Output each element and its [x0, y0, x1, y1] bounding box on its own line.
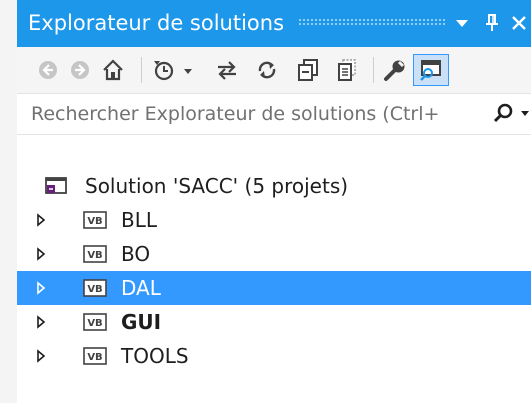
solution-explorer-toolbar: [17, 47, 531, 93]
auto-hide-pin-button[interactable]: [480, 8, 504, 38]
search-icon: [493, 103, 529, 123]
forward-arrow-icon: [71, 61, 89, 79]
close-panel-button[interactable]: [506, 8, 531, 38]
expand-arrow-icon[interactable]: [32, 305, 50, 339]
left-edge-strip: [0, 0, 17, 403]
project-node-bo[interactable]: VB BO: [17, 237, 531, 271]
solution-label: Solution 'SACC' (5 projets): [85, 174, 349, 198]
vb-project-icon: VB: [82, 346, 108, 366]
search-options-button[interactable]: [489, 101, 531, 127]
solution-icon: [43, 176, 69, 196]
dropdown-triangle-icon: [456, 20, 468, 27]
svg-text:VB: VB: [87, 216, 102, 227]
collapse-all-button[interactable]: [292, 54, 324, 86]
project-label: BO: [121, 242, 151, 266]
show-all-files-button[interactable]: [331, 54, 363, 86]
toolbar-separator: [373, 57, 374, 83]
history-icon: [154, 61, 192, 81]
show-all-files-icon: [338, 59, 356, 81]
expand-arrow-icon[interactable]: [32, 339, 50, 373]
sync-arrows-icon: [218, 61, 236, 80]
project-node-bll[interactable]: VB BLL: [17, 203, 531, 237]
vb-project-icon: VB: [82, 244, 108, 264]
properties-button[interactable]: [380, 54, 410, 86]
preview-icon: [420, 60, 441, 81]
expand-arrow-icon[interactable]: [32, 271, 50, 305]
solution-tree: Solution 'SACC' (5 projets) VB BLL VB BO…: [17, 135, 531, 403]
wrench-icon: [384, 60, 405, 81]
close-icon: [511, 16, 526, 30]
svg-text:VB: VB: [87, 284, 102, 295]
back-button[interactable]: [33, 54, 63, 86]
project-label: TOOLS: [121, 344, 189, 368]
home-icon: [103, 59, 123, 81]
refresh-icon: [258, 61, 276, 79]
search-input[interactable]: [17, 94, 487, 134]
sync-button[interactable]: [210, 54, 244, 86]
project-label: GUI: [121, 310, 162, 334]
project-label: BLL: [121, 208, 158, 232]
back-arrow-icon: [39, 61, 57, 79]
project-node-gui[interactable]: VB GUI: [17, 305, 531, 339]
forward-button[interactable]: [65, 54, 95, 86]
expand-arrow-icon[interactable]: [32, 237, 50, 271]
search-box: [17, 93, 531, 135]
vb-project-icon: VB: [82, 278, 108, 298]
svg-text:VB: VB: [87, 250, 102, 261]
expand-arrow-icon[interactable]: [32, 203, 50, 237]
preview-button[interactable]: [413, 54, 449, 86]
home-button[interactable]: [97, 54, 129, 86]
vb-project-icon: VB: [82, 312, 108, 332]
pin-icon: [486, 14, 498, 31]
panel-title-bar[interactable]: Explorateur de solutions: [17, 0, 531, 47]
project-node-dal[interactable]: VB DAL: [17, 271, 531, 305]
solution-node[interactable]: Solution 'SACC' (5 projets): [17, 169, 531, 203]
window-position-dropdown-button[interactable]: [450, 8, 474, 38]
solution-explorer-panel: Explorateur de solutions Rechercher Expl…: [17, 0, 531, 403]
collapse-all-icon: [298, 59, 318, 81]
title-bar-grip[interactable]: [298, 18, 446, 26]
panel-title: Explorateur de solutions: [28, 11, 285, 35]
svg-text:VB: VB: [87, 352, 102, 363]
project-node-tools[interactable]: VB TOOLS: [17, 339, 531, 373]
refresh-button[interactable]: [250, 54, 284, 86]
project-label: DAL: [121, 276, 161, 300]
svg-text:VB: VB: [87, 318, 102, 329]
toolbar-separator: [141, 57, 142, 83]
pending-changes-button[interactable]: [150, 54, 202, 86]
vb-project-icon: VB: [82, 210, 108, 230]
